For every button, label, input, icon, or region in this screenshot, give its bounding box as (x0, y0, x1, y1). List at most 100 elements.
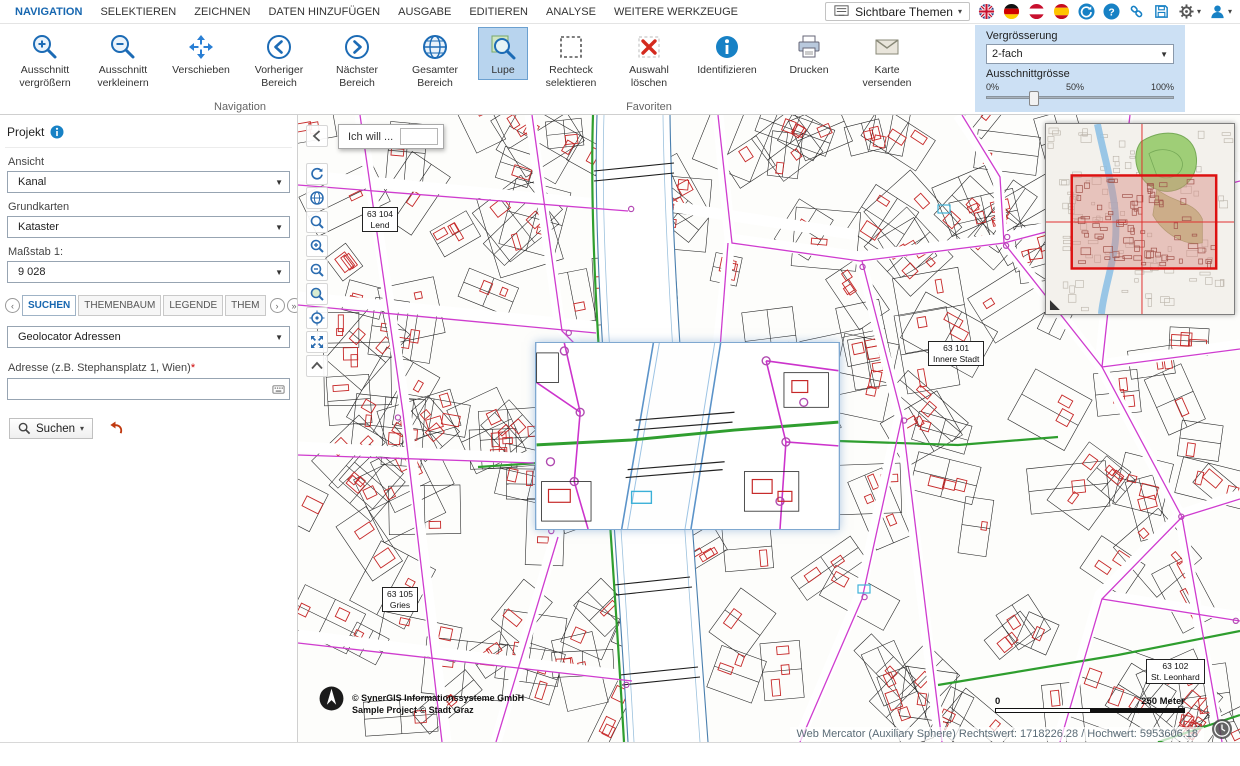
expand-arrows-icon (309, 334, 325, 350)
send-map-button[interactable]: Karte versenden (848, 27, 926, 92)
basemap-select[interactable]: Kataster ▼ (7, 216, 290, 238)
bottom-strip (0, 742, 1240, 766)
zoom-in-extent-button[interactable]: Ausschnitt vergrößern (6, 27, 84, 92)
magnifier-window[interactable] (535, 342, 840, 530)
basemap-label: Grundkarten (8, 201, 289, 213)
clear-selection-icon (635, 33, 663, 61)
help-icon[interactable]: ? (1103, 3, 1120, 20)
user-button[interactable]: ▾ (1209, 3, 1232, 20)
menu-selektieren[interactable]: SELEKTIEREN (91, 0, 185, 24)
scale-select[interactable]: 9 028 ▼ (7, 261, 290, 283)
address-label: Adresse (z.B. Stephansplatz 1, Wien)* (8, 362, 289, 374)
district-code: 63 101 (933, 343, 979, 354)
map-copyright: © SynerGIS Informationssysteme GmbH Samp… (352, 692, 524, 716)
history-icon[interactable] (1078, 3, 1095, 20)
menu-weitere-werkzeuge[interactable]: WEITERE WERKZEUGE (605, 0, 747, 24)
history-clock-icon[interactable] (1211, 718, 1233, 740)
scalebar-bar (995, 708, 1185, 713)
tab-scroll-right-button[interactable]: › (270, 298, 285, 313)
tick-label: 100% (1151, 82, 1174, 92)
geolocator-select[interactable]: Geolocator Adressen ▼ (7, 326, 290, 348)
tab-overflow-button[interactable]: » (287, 298, 299, 313)
magnifier-tool-button[interactable]: Lupe (478, 27, 528, 80)
zoom-out-extent-button[interactable]: Ausschnitt verkleinern (84, 27, 162, 92)
globe-icon (309, 190, 325, 206)
view-select[interactable]: Kanal ▼ (7, 171, 290, 193)
menu-navigation[interactable]: NAVIGATION (6, 0, 91, 24)
zoom-window-button[interactable] (306, 211, 328, 233)
menu-daten-hinzufuegen[interactable]: DATEN HINZUFÜGEN (259, 0, 389, 24)
full-extent-map-button[interactable] (306, 187, 328, 209)
menu-zeichnen[interactable]: ZEICHNEN (185, 0, 259, 24)
ribbon-group-navigation: Ausschnitt vergrößern Ausschnitt verklei… (4, 25, 476, 114)
pan-map-button[interactable] (306, 331, 328, 353)
save-icon[interactable] (1153, 3, 1170, 20)
district-label-gries: 63 105 Gries (382, 587, 418, 612)
button-label: Nächster Bereich (321, 64, 393, 89)
tab-themenbaum[interactable]: THEMENBAUM (78, 295, 161, 316)
reset-undo-icon[interactable] (107, 421, 124, 436)
next-extent-button[interactable]: Nächster Bereich (318, 27, 396, 92)
chevron-down-icon: ▼ (275, 178, 283, 187)
info-icon[interactable] (50, 125, 64, 139)
info-icon (713, 33, 741, 61)
full-extent-button[interactable]: Gesamter Bereich (396, 27, 474, 92)
map-viewport[interactable]: Ich will ... 63 104 Lend 63 10 (298, 115, 1240, 742)
search-button[interactable]: Suchen ▾ (9, 418, 93, 439)
menu-ausgabe[interactable]: AUSGABE (389, 0, 460, 24)
flag-austria-icon[interactable] (1028, 3, 1045, 20)
slider-track[interactable] (986, 96, 1174, 99)
envelope-icon (873, 33, 901, 61)
select-rectangle-button[interactable]: Rechteck selektieren (532, 27, 610, 92)
settings-button[interactable]: ▾ (1178, 3, 1201, 20)
project-header: Projekt (5, 123, 292, 148)
print-button[interactable]: Drucken (770, 27, 848, 80)
extent-size-slider[interactable]: 0% 50% 100% (986, 82, 1174, 110)
visible-themes-label: Sichtbare Themen (855, 5, 953, 19)
button-label: Gesamter Bereich (399, 64, 471, 89)
menu-editieren[interactable]: EDITIEREN (460, 0, 537, 24)
button-label: Identifizieren (697, 64, 757, 77)
i-want-to-widget[interactable]: Ich will ... (338, 124, 444, 149)
overview-map[interactable] (1045, 123, 1235, 315)
i-want-to-input[interactable] (400, 128, 438, 145)
refresh-view-button[interactable] (306, 163, 328, 185)
district-code: 63 102 (1151, 661, 1200, 672)
clear-selection-button[interactable]: Auswahl löschen (610, 27, 688, 92)
button-label: Drucken (789, 64, 828, 77)
zoom-out-map-button[interactable] (306, 259, 328, 281)
themes-icon (833, 3, 850, 20)
identify-button[interactable]: Identifizieren (688, 27, 766, 80)
project-label: Projekt (7, 125, 44, 139)
flag-uk-icon[interactable] (978, 3, 995, 20)
tab-suchen[interactable]: SUCHEN (22, 295, 76, 316)
north-arrow-icon (318, 685, 345, 712)
extent-size-label: Ausschnittgrösse (986, 68, 1174, 80)
magnification-value: 2-fach (992, 48, 1023, 60)
tab-themen-clipped[interactable]: THEM (225, 295, 265, 316)
select-rectangle-icon (557, 33, 585, 61)
locate-button[interactable] (306, 307, 328, 329)
flag-germany-icon[interactable] (1003, 3, 1020, 20)
magnification-label: Vergrösserung (986, 30, 1174, 42)
arrow-right-circle-icon (343, 33, 371, 61)
magnification-select[interactable]: 2-fach ▼ (986, 44, 1174, 64)
pan-button[interactable]: Verschieben (162, 27, 240, 80)
tab-scroll-left-button[interactable]: ‹ (5, 298, 20, 313)
ribbon-group-caption: Favoriten (530, 101, 768, 113)
tick-label: 0% (986, 82, 999, 92)
flag-spain-icon[interactable] (1053, 3, 1070, 20)
tab-legende[interactable]: LEGENDE (163, 295, 223, 316)
magnifier-map-button[interactable] (306, 283, 328, 305)
zoom-in-map-button[interactable] (306, 235, 328, 257)
link-icon[interactable] (1128, 3, 1145, 20)
menu-analyse[interactable]: ANALYSE (537, 0, 605, 24)
panel-collapse-button[interactable] (306, 125, 328, 147)
scroll-up-button[interactable] (306, 355, 328, 377)
address-input[interactable] (7, 378, 290, 400)
visible-themes-button[interactable]: Sichtbare Themen ▾ (825, 2, 970, 21)
size-slider-thumb[interactable] (1029, 91, 1039, 106)
basemap-value: Kataster (18, 221, 59, 233)
previous-extent-button[interactable]: Vorheriger Bereich (240, 27, 318, 92)
keyboard-icon[interactable] (272, 383, 285, 396)
